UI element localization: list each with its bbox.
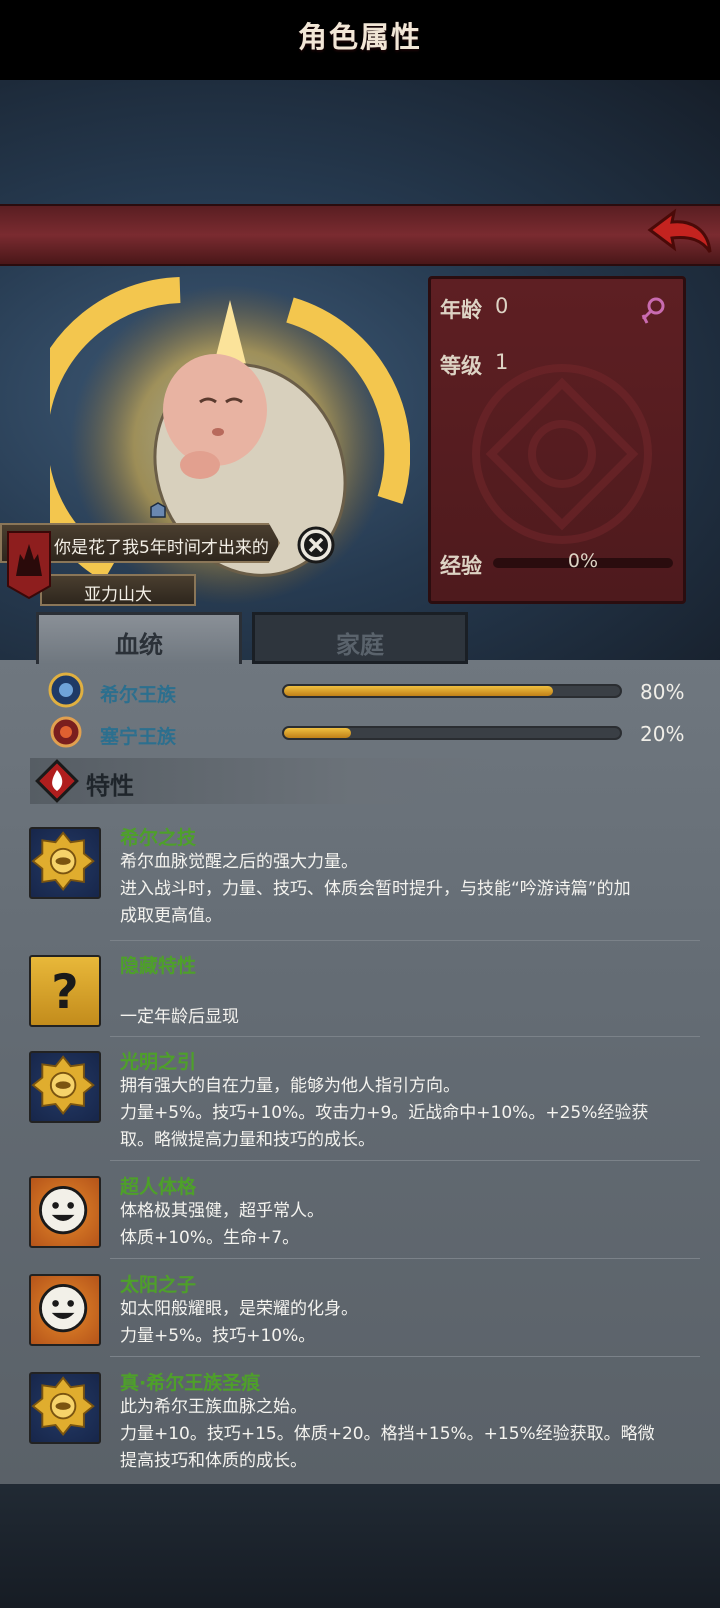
- title-banner: [0, 204, 720, 266]
- bloodline-percent: 80%: [640, 680, 685, 704]
- bloodline-percent: 20%: [640, 722, 685, 746]
- exp-label: 经验: [440, 554, 482, 578]
- bottom-area: [0, 1484, 720, 1608]
- golden-sun-medallion-icon: [29, 1372, 101, 1444]
- trait-name: 太阳之子: [120, 1274, 197, 1296]
- trait-description-line: 拥有强大的自在力量，能够为他人指引方向。: [120, 1076, 460, 1096]
- trait-divider: [110, 1258, 700, 1259]
- trait-name: 超人体格: [120, 1176, 197, 1198]
- smiley-face-icon: [29, 1274, 101, 1346]
- age-value: 0: [495, 294, 509, 318]
- trait-description-line: 进入战斗时，力量、技巧、体质会暂时提升，与技能“吟游诗篇”的加: [120, 879, 631, 899]
- tab-family[interactable]: 家庭: [252, 612, 468, 664]
- trait-divider: [110, 1160, 700, 1161]
- trait-name: 希尔之技: [120, 827, 197, 849]
- exp-value: 0%: [567, 550, 599, 572]
- close-icon: [297, 526, 335, 564]
- rank-badge-icon: [149, 501, 167, 519]
- level-label: 等级: [440, 354, 482, 378]
- golden-sun-medallion-icon: [29, 1051, 101, 1123]
- page-title: 角色属性: [297, 20, 422, 54]
- trait-description-line: 希尔血脉觉醒之后的强大力量。: [120, 852, 358, 872]
- question-mark-icon: ?: [29, 955, 101, 1027]
- trait-description-line: 取。略微提高力量和技巧的成长。: [120, 1130, 375, 1150]
- trait-name: 真·希尔王族圣痕: [120, 1372, 261, 1394]
- trait-description-line: 成取更高值。: [120, 906, 222, 926]
- character-name: 亚力山大: [84, 585, 152, 605]
- golden-sun-medallion-icon: [29, 827, 101, 899]
- bloodline-bar-fill: [284, 728, 352, 738]
- bloodline-bar: [282, 684, 622, 698]
- trait-divider: [110, 1036, 700, 1037]
- bloodline-name: 希尔王族: [100, 684, 177, 706]
- fire-diamond-icon: [34, 758, 80, 804]
- trait-divider: [110, 1356, 700, 1357]
- svg-text:?: ?: [51, 965, 78, 1020]
- close-button[interactable]: [296, 525, 336, 565]
- trait-description-line: 提高技巧和体质的成长。: [120, 1451, 307, 1471]
- character-quote: 你是花了我5年时间才出来的: [54, 538, 269, 558]
- senin-royal-crest-icon: [48, 714, 84, 750]
- bloodline-row: 希尔王族 80%: [0, 672, 720, 710]
- trait-name: 隐藏特性: [120, 955, 197, 977]
- trait-description-line: 此为希尔王族血脉之始。: [120, 1397, 307, 1417]
- traits-title: 特性: [86, 772, 134, 800]
- bloodline-name: 塞宁王族: [100, 726, 177, 748]
- trait-description-line: 力量+5%。技巧+10%。攻击力+9。近战命中+10%。+25%经验获: [120, 1103, 649, 1123]
- house-crest-icon: [6, 530, 52, 600]
- back-button[interactable]: [646, 208, 714, 260]
- trait-divider: [110, 940, 700, 941]
- trait-description-line: 力量+5%。技巧+10%。: [120, 1326, 316, 1346]
- back-arrow-icon: [647, 208, 712, 253]
- trait-description-line: 如太阳般耀眼，是荣耀的化身。: [120, 1299, 358, 1319]
- female-gender-icon: [640, 296, 666, 326]
- trait-description-line: 一定年龄后显现: [120, 1007, 239, 1027]
- hill-royal-crest-icon: [48, 672, 84, 708]
- trait-description-line: 体格极其强健，超乎常人。: [120, 1201, 324, 1221]
- bloodline-bar: [282, 726, 622, 740]
- smiley-face-icon: [29, 1176, 101, 1248]
- bloodline-row: 塞宁王族 20%: [0, 716, 720, 752]
- level-value: 1: [495, 350, 509, 374]
- tab-bloodline[interactable]: 血统: [36, 612, 242, 664]
- trait-name: 光明之引: [120, 1051, 197, 1073]
- trait-description-line: 力量+10。技巧+15。体质+20。格挡+15%。+15%经验获取。略微: [120, 1424, 655, 1444]
- age-label: 年龄: [440, 298, 482, 322]
- celtic-knot-icon: [472, 364, 652, 544]
- bloodline-bar-fill: [284, 686, 553, 696]
- trait-description-line: 体质+10%。生命+7。: [120, 1228, 300, 1248]
